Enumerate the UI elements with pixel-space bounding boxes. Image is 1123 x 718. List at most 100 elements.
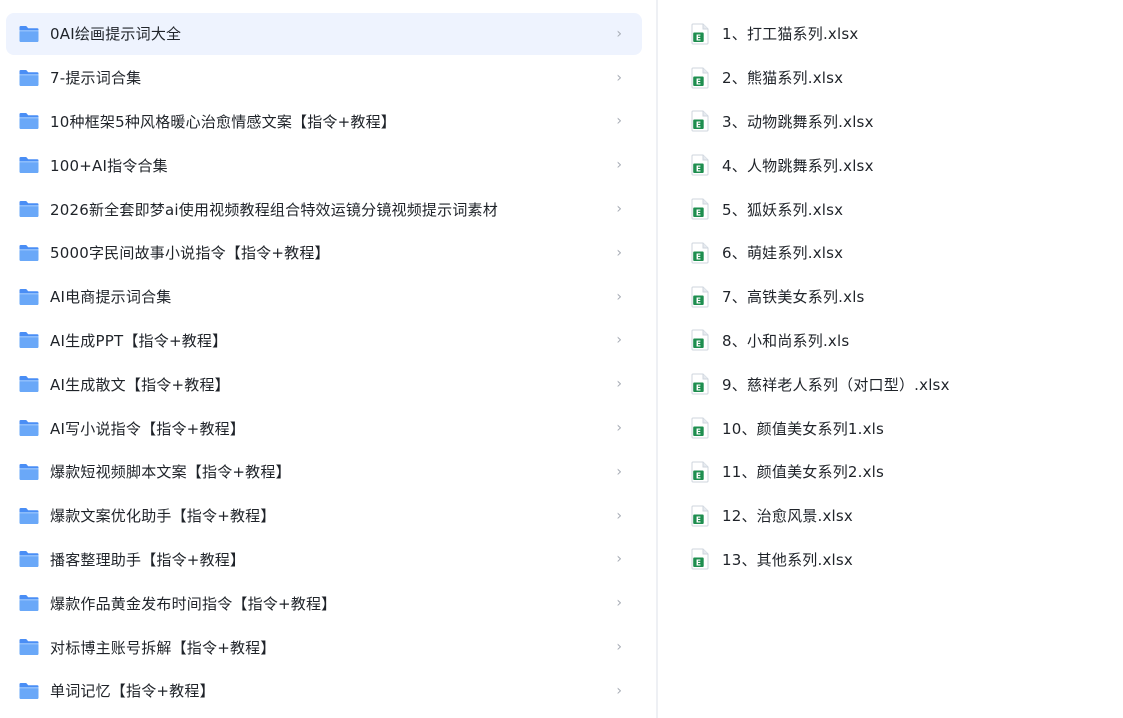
svg-text:E: E <box>696 252 701 261</box>
folder-row-11[interactable]: 爆款短视频脚本文案【指令+教程】 › <box>6 451 642 493</box>
file-row-6[interactable]: E 6、萌娃系列.xlsx <box>690 232 1123 274</box>
folder-label: AI电商提示词合集 <box>50 288 172 307</box>
folder-row-12[interactable]: 爆款文案优化助手【指令+教程】 › <box>6 495 642 537</box>
folder-row-5[interactable]: 2026新全套即梦ai使用视频教程组合特效运镜分镜视频提示词素材 › <box>6 188 642 230</box>
chevron-right-icon: › <box>616 113 622 130</box>
chevron-right-icon: › <box>616 288 622 305</box>
excel-file-icon: E <box>690 505 710 527</box>
folder-icon <box>18 156 40 174</box>
file-name: 9、慈祥老人系列（对口型）.xlsx <box>722 375 950 394</box>
folder-row-2[interactable]: 7-提示词合集 › <box>6 57 642 99</box>
file-name: 6、萌娃系列.xlsx <box>722 244 844 263</box>
folder-row-14[interactable]: 爆款作品黄金发布时间指令【指令+教程】 › <box>6 582 642 624</box>
folder-label: AI写小说指令【指令+教程】 <box>50 419 246 438</box>
svg-text:E: E <box>696 427 701 436</box>
file-row-3[interactable]: E 3、动物跳舞系列.xlsx <box>690 101 1123 143</box>
excel-file-icon: E <box>690 198 710 220</box>
file-row-9[interactable]: E 9、慈祥老人系列（对口型）.xlsx <box>690 363 1123 405</box>
svg-text:E: E <box>696 296 701 305</box>
file-name: 5、狐妖系列.xlsx <box>722 200 844 219</box>
file-row-10[interactable]: E 10、颜值美女系列1.xls <box>690 407 1123 449</box>
folder-label: 播客整理助手【指令+教程】 <box>50 550 246 569</box>
file-row-2[interactable]: E 2、熊猫系列.xlsx <box>690 57 1123 99</box>
folder-icon <box>18 112 40 130</box>
svg-text:E: E <box>696 208 701 217</box>
folder-icon <box>18 25 40 43</box>
svg-text:E: E <box>696 384 701 393</box>
folder-row-1[interactable]: 0AI绘画提示词大全 › <box>6 13 642 55</box>
file-row-8[interactable]: E 8、小和尚系列.xls <box>690 320 1123 362</box>
excel-file-icon: E <box>690 329 710 351</box>
folder-icon <box>18 288 40 306</box>
chevron-right-icon: › <box>616 376 622 393</box>
folder-icon <box>18 419 40 437</box>
folder-icon <box>18 331 40 349</box>
svg-text:E: E <box>696 515 701 524</box>
svg-text:E: E <box>696 559 701 568</box>
excel-file-icon: E <box>690 461 710 483</box>
chevron-right-icon: › <box>616 682 622 699</box>
folder-label: 7-提示词合集 <box>50 69 142 88</box>
file-row-11[interactable]: E 11、颜值美女系列2.xls <box>690 451 1123 493</box>
folder-icon <box>18 200 40 218</box>
folder-label: 2026新全套即梦ai使用视频教程组合特效运镜分镜视频提示词素材 <box>50 200 498 219</box>
folder-row-8[interactable]: AI生成PPT【指令+教程】 › <box>6 320 642 362</box>
folder-label: 单词记忆【指令+教程】 <box>50 682 215 701</box>
folder-row-15[interactable]: 对标博主账号拆解【指令+教程】 › <box>6 626 642 668</box>
svg-text:E: E <box>696 471 701 480</box>
file-row-12[interactable]: E 12、治愈风景.xlsx <box>690 495 1123 537</box>
svg-text:E: E <box>696 121 701 130</box>
folder-row-13[interactable]: 播客整理助手【指令+教程】 › <box>6 539 642 581</box>
folder-list: 0AI绘画提示词大全 › 7-提示词合集 › 10种框架5种风格暖心治愈情感文案… <box>0 0 656 718</box>
excel-file-icon: E <box>690 286 710 308</box>
file-row-1[interactable]: E 1、打工猫系列.xlsx <box>690 13 1123 55</box>
file-name: 13、其他系列.xlsx <box>722 550 853 569</box>
folder-icon <box>18 69 40 87</box>
chevron-right-icon: › <box>616 420 622 437</box>
file-list: E 1、打工猫系列.xlsx E 2、熊猫系列.xlsx E 3、动物跳舞系列.… <box>658 0 1123 718</box>
chevron-right-icon: › <box>616 551 622 568</box>
folder-row-7[interactable]: AI电商提示词合集 › <box>6 276 642 318</box>
file-row-13[interactable]: E 13、其他系列.xlsx <box>690 539 1123 581</box>
folder-icon <box>18 375 40 393</box>
folder-label: 10种框架5种风格暖心治愈情感文案【指令+教程】 <box>50 112 397 131</box>
excel-file-icon: E <box>690 548 710 570</box>
excel-file-icon: E <box>690 67 710 89</box>
chevron-right-icon: › <box>616 332 622 349</box>
folder-icon <box>18 550 40 568</box>
folder-icon <box>18 594 40 612</box>
folder-icon <box>18 463 40 481</box>
folder-row-9[interactable]: AI生成散文【指令+教程】 › <box>6 363 642 405</box>
file-row-7[interactable]: E 7、高铁美女系列.xls <box>690 276 1123 318</box>
folder-label: 0AI绘画提示词大全 <box>50 25 182 44</box>
excel-file-icon: E <box>690 373 710 395</box>
excel-file-icon: E <box>690 23 710 45</box>
chevron-right-icon: › <box>616 157 622 174</box>
folder-icon <box>18 682 40 700</box>
folder-icon <box>18 244 40 262</box>
excel-file-icon: E <box>690 417 710 439</box>
svg-text:E: E <box>696 340 701 349</box>
chevron-right-icon: › <box>616 201 622 218</box>
folder-row-4[interactable]: 100+AI指令合集 › <box>6 144 642 186</box>
file-name: 3、动物跳舞系列.xlsx <box>722 112 874 131</box>
folder-row-10[interactable]: AI写小说指令【指令+教程】 › <box>6 407 642 449</box>
chevron-right-icon: › <box>616 69 622 86</box>
svg-text:E: E <box>696 165 701 174</box>
chevron-right-icon: › <box>616 244 622 261</box>
chevron-right-icon: › <box>616 463 622 480</box>
folder-icon <box>18 507 40 525</box>
folder-label: AI生成PPT【指令+教程】 <box>50 331 228 350</box>
file-name: 1、打工猫系列.xlsx <box>722 25 859 44</box>
file-row-4[interactable]: E 4、人物跳舞系列.xlsx <box>690 144 1123 186</box>
chevron-right-icon: › <box>616 639 622 656</box>
excel-file-icon: E <box>690 242 710 264</box>
file-row-5[interactable]: E 5、狐妖系列.xlsx <box>690 188 1123 230</box>
folder-label: 100+AI指令合集 <box>50 156 168 175</box>
folder-row-16[interactable]: 单词记忆【指令+教程】 › <box>6 670 642 712</box>
chevron-right-icon: › <box>616 25 622 42</box>
folder-row-6[interactable]: 5000字民间故事小说指令【指令+教程】 › <box>6 232 642 274</box>
excel-file-icon: E <box>690 154 710 176</box>
folder-row-3[interactable]: 10种框架5种风格暖心治愈情感文案【指令+教程】 › <box>6 101 642 143</box>
file-name: 7、高铁美女系列.xls <box>722 288 865 307</box>
